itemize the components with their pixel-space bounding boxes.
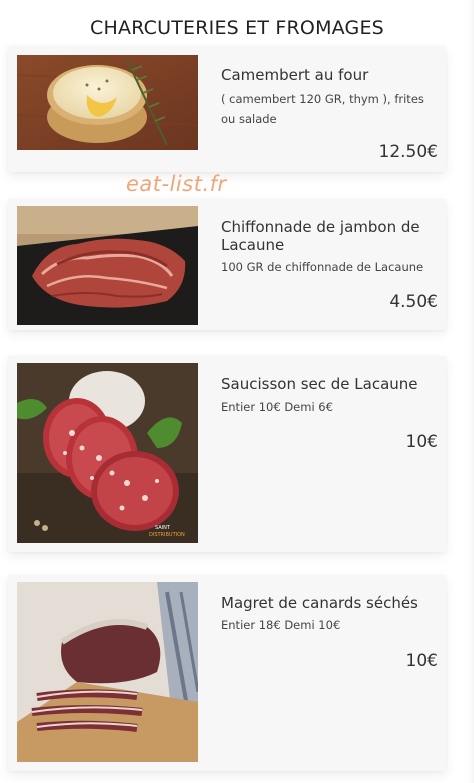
section-title: CHARCUTERIES ET FROMAGES bbox=[90, 17, 384, 39]
watermark-text: eat-list.fr bbox=[126, 172, 227, 196]
saucisson-photo: SAINT DISTRIBUTION bbox=[17, 363, 198, 543]
item-description: 100 GR de chiffonnade de Lacaune bbox=[221, 260, 424, 274]
menu-item-card[interactable]: Camembert au four ( camembert 120 GR, th… bbox=[8, 46, 446, 172]
camembert-photo bbox=[17, 55, 198, 150]
item-name: Saucisson sec de Lacaune bbox=[221, 375, 418, 393]
magret-photo bbox=[17, 582, 198, 762]
ham-photo bbox=[17, 206, 198, 325]
item-name: Magret de canards séchés bbox=[221, 594, 418, 612]
item-price: 12.50€ bbox=[378, 142, 438, 162]
item-price: 10€ bbox=[405, 651, 438, 671]
item-price: 10€ bbox=[405, 432, 438, 452]
menu-item-card[interactable]: SAINT DISTRIBUTION Saucisson sec de Laca… bbox=[8, 356, 446, 552]
page-edge-shadow bbox=[468, 0, 474, 783]
menu-item-card[interactable]: Chiffonnade de jambon de Lacaune 100 GR … bbox=[8, 199, 446, 330]
item-name: Chiffonnade de jambon de Lacaune bbox=[221, 218, 420, 254]
item-price: 4.50€ bbox=[389, 292, 438, 312]
image-caption: DISTRIBUTION bbox=[149, 532, 185, 538]
image-caption: SAINT bbox=[155, 525, 171, 531]
item-description: Entier 18€ Demi 10€ bbox=[221, 618, 341, 632]
menu-item-card[interactable]: Magret de canards séchés Entier 18€ Demi… bbox=[8, 575, 446, 771]
item-name: Camembert au four bbox=[221, 66, 369, 84]
item-description: ( camembert 120 GR, thym ), frites ou sa… bbox=[221, 92, 424, 126]
item-description: Entier 10€ Demi 6€ bbox=[221, 400, 333, 414]
